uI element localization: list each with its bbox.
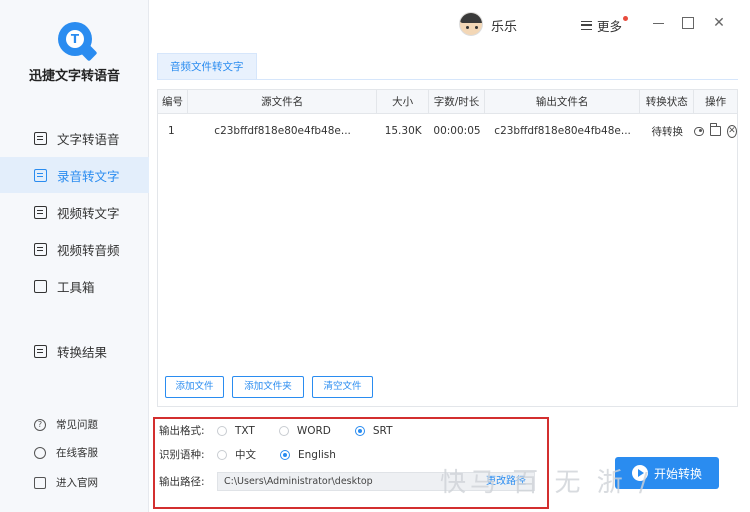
- cell-duration: 00:00:05: [433, 125, 481, 137]
- sidebar-item-label: 录音转文字: [57, 168, 120, 184]
- sidebar-online-support[interactable]: 在线客服: [0, 445, 149, 460]
- language-option-english[interactable]: English: [280, 449, 336, 461]
- minimize-button[interactable]: [652, 16, 666, 30]
- sidebar-item-video-to-text[interactable]: 视频转文字: [0, 194, 149, 230]
- sidebar-faq[interactable]: ? 常见问题: [0, 417, 149, 432]
- cell-index: 1: [168, 125, 175, 137]
- clear-files-button[interactable]: 清空文件: [312, 376, 373, 398]
- app-logo-icon: T: [58, 22, 92, 56]
- support-label: 在线客服: [56, 447, 98, 459]
- tab-divider: [157, 79, 738, 80]
- cell-source: c23bffdf818e80e4fb48e...: [214, 125, 351, 137]
- more-label: 更多: [597, 19, 623, 34]
- avatar[interactable]: [459, 12, 483, 36]
- col-actions: 操作: [705, 96, 727, 108]
- sidebar-item-label: 视频转文字: [57, 205, 120, 221]
- language-chinese-label: 中文: [235, 449, 256, 461]
- format-label: 输出格式:: [159, 425, 205, 437]
- menu-icon: [581, 21, 592, 30]
- video-audio-icon: [34, 242, 47, 256]
- faq-label: 常见问题: [56, 419, 98, 431]
- sidebar-item-label: 文字转语音: [57, 131, 120, 147]
- col-size: 大小: [377, 90, 430, 113]
- path-label: 输出路径:: [159, 476, 205, 488]
- notification-dot: [623, 16, 629, 21]
- format-option-word[interactable]: WORD: [278, 424, 331, 437]
- website-label: 进入官网: [56, 477, 98, 489]
- add-folder-button[interactable]: 添加文件夹: [232, 376, 304, 398]
- radio-icon: [278, 425, 289, 436]
- close-button[interactable]: ✕: [712, 16, 726, 30]
- format-option-srt[interactable]: SRT: [354, 424, 393, 437]
- title-bar: 乐乐 更多 ✕: [149, 0, 750, 48]
- path-value: C:\Users\Administrator\desktop: [224, 476, 373, 487]
- sidebar-item-label: 转换结果: [57, 344, 108, 360]
- audio-doc-icon: [34, 168, 47, 182]
- format-txt-label: TXT: [235, 424, 255, 437]
- sidebar-official-site[interactable]: 进入官网: [0, 475, 149, 490]
- cell-output: c23bffdf818e80e4fb48e...: [494, 125, 631, 137]
- cell-size: 15.30K: [384, 125, 422, 137]
- clipboard-icon: [34, 344, 47, 358]
- radio-icon: [217, 449, 227, 460]
- sidebar: T 迅捷文字转语音 文字转语音 录音转文字 视频转文字 视频转音频 工具箱 转换…: [0, 0, 149, 512]
- col-source: 源文件名: [188, 90, 378, 113]
- toolbox-icon: [34, 279, 47, 293]
- add-file-button[interactable]: 添加文件: [165, 376, 224, 398]
- table-header: 编号 源文件名 大小 字数/时长 输出文件名 转换状态 操作: [158, 90, 737, 114]
- col-status: 转换状态: [640, 90, 695, 113]
- preview-eye-icon[interactable]: [694, 126, 705, 136]
- maximize-button[interactable]: [682, 17, 694, 29]
- language-label: 识别语种:: [159, 449, 205, 461]
- format-option-txt[interactable]: TXT: [217, 425, 255, 437]
- language-row: 识别语种: 中文 English: [159, 447, 360, 462]
- cell-status: 待转换: [651, 125, 683, 138]
- radio-selected-icon: [354, 425, 365, 436]
- file-action-buttons: 添加文件 添加文件夹 清空文件: [165, 376, 373, 398]
- radio-icon: [217, 425, 227, 436]
- watermark: 快马 百 无 浙 /: [440, 468, 652, 498]
- open-folder-icon[interactable]: [710, 123, 721, 136]
- delete-x-icon[interactable]: ✕: [726, 124, 737, 138]
- video-doc-icon: [34, 205, 47, 219]
- question-icon: ?: [34, 418, 46, 431]
- col-index: 编号: [158, 90, 188, 113]
- language-option-chinese[interactable]: 中文: [217, 447, 256, 462]
- language-english-label: English: [298, 448, 336, 461]
- tab-audio-to-text[interactable]: 音频文件转文字: [157, 53, 257, 80]
- format-word-label: WORD: [296, 424, 331, 437]
- text-doc-icon: [34, 131, 47, 145]
- monitor-icon: [34, 476, 46, 489]
- headset-icon: [34, 446, 46, 459]
- start-convert-label: 开始转换: [653, 466, 702, 481]
- cell-actions: ✕: [694, 114, 737, 148]
- col-output: 输出文件名: [485, 90, 641, 113]
- radio-selected-icon: [280, 449, 290, 460]
- sidebar-item-video-to-audio[interactable]: 视频转音频: [0, 231, 149, 267]
- sidebar-item-results[interactable]: 转换结果: [0, 333, 149, 369]
- file-table: 编号 源文件名 大小 字数/时长 输出文件名 转换状态 操作 1 c23bffd…: [157, 89, 738, 407]
- sidebar-item-label: 工具箱: [57, 279, 95, 295]
- sidebar-item-label: 视频转音频: [57, 242, 120, 258]
- sidebar-item-text-to-speech[interactable]: 文字转语音: [0, 120, 149, 156]
- username[interactable]: 乐乐: [491, 16, 517, 35]
- table-row[interactable]: 1 c23bffdf818e80e4fb48e... 15.30K 00:00:…: [158, 114, 737, 148]
- sidebar-item-audio-to-text[interactable]: 录音转文字: [0, 157, 149, 193]
- format-row: 输出格式: TXT WORD SRT: [159, 423, 417, 438]
- col-duration: 字数/时长: [429, 90, 485, 113]
- format-srt-label: SRT: [372, 424, 393, 437]
- sidebar-item-toolbox[interactable]: 工具箱: [0, 268, 149, 304]
- more-menu-button[interactable]: 更多: [581, 16, 629, 35]
- app-name: 迅捷文字转语音: [28, 69, 120, 84]
